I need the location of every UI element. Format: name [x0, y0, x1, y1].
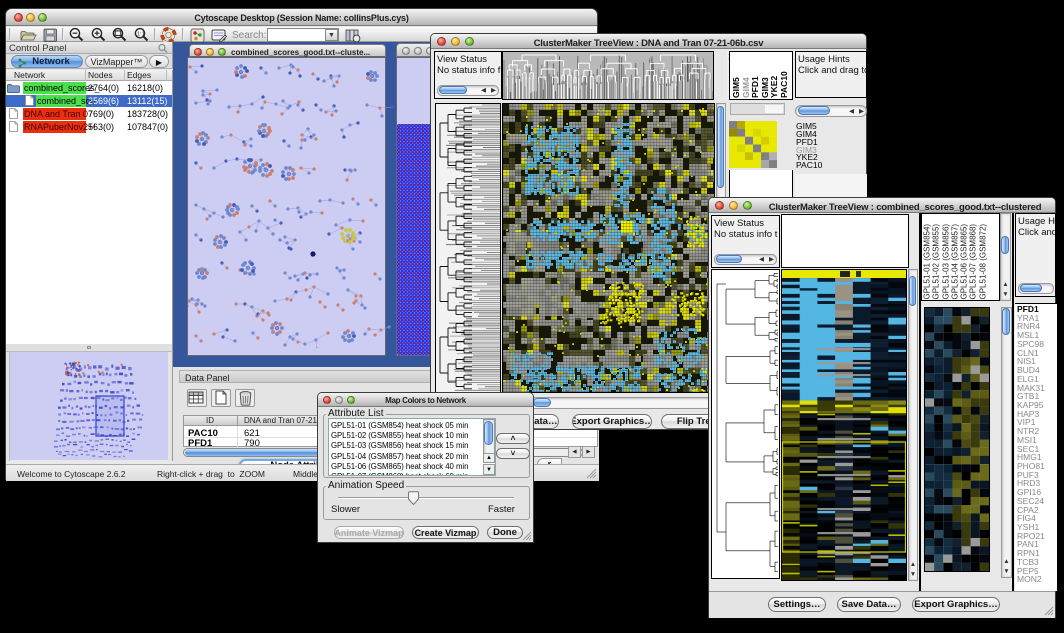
- svg-text:1:1: 1:1: [137, 31, 145, 37]
